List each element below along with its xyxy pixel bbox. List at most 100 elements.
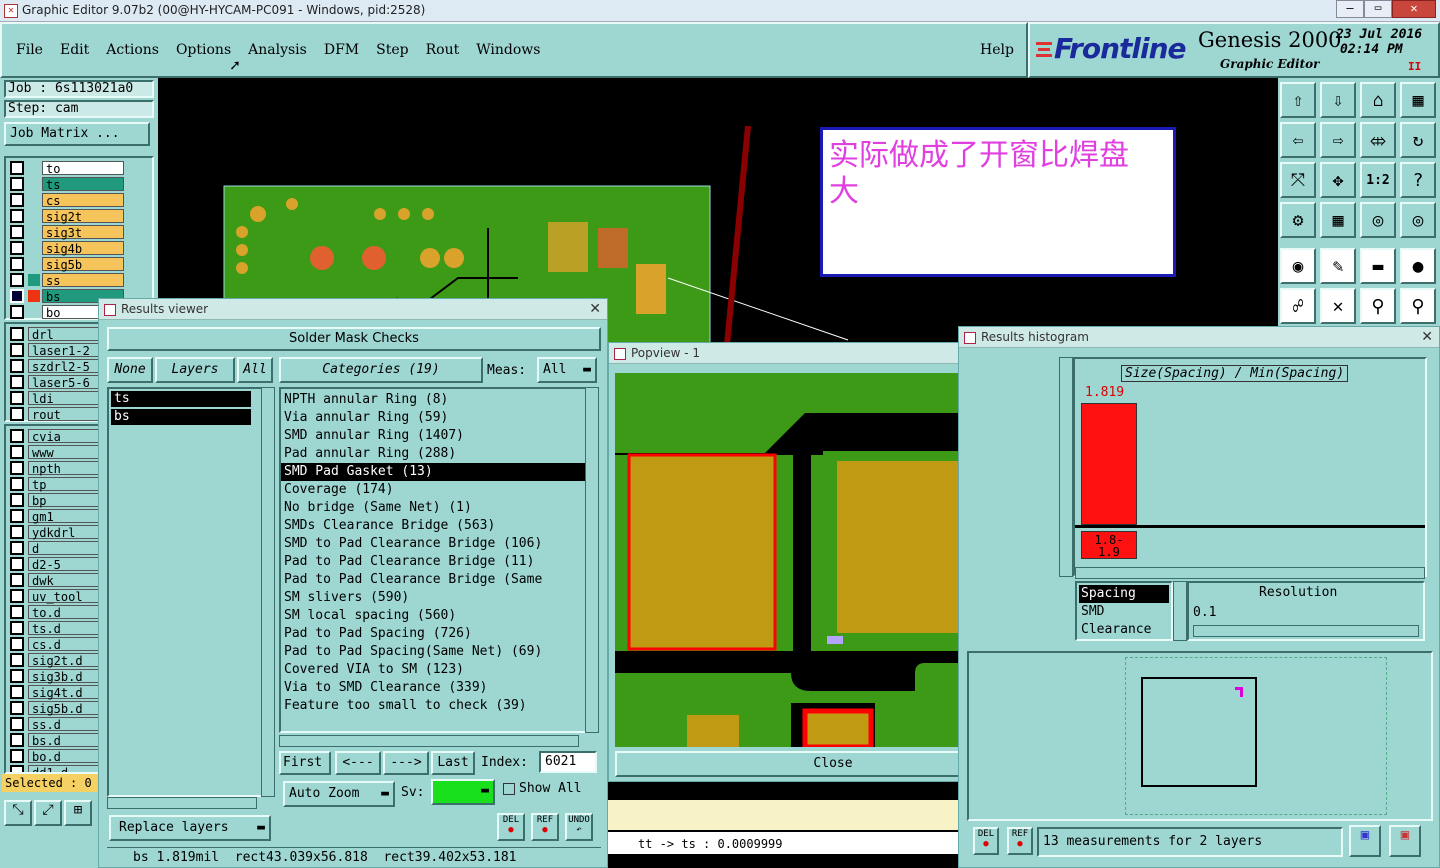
- del-button[interactable]: DEL ●: [497, 813, 525, 841]
- zoom-area-icon[interactable]: ✥: [1320, 162, 1356, 198]
- ref-button[interactable]: REF ●: [531, 813, 559, 841]
- layer-list-scrollbar[interactable]: [261, 387, 275, 797]
- category-item[interactable]: Pad to Pad Clearance Bridge (11): [281, 553, 597, 571]
- layer-checkbox[interactable]: [10, 701, 24, 715]
- category-item[interactable]: Via to SMD Clearance (339): [281, 679, 597, 697]
- home-icon[interactable]: ⌂: [1360, 82, 1396, 118]
- menu-step[interactable]: Step: [376, 42, 408, 58]
- category-item[interactable]: No bridge (Same Net) (1): [281, 499, 597, 517]
- categories-hscrollbar[interactable]: [279, 735, 579, 747]
- resolution-slider[interactable]: [1193, 625, 1419, 637]
- help-icon[interactable]: ?: [1400, 162, 1436, 198]
- results-layer-item[interactable]: ts: [111, 391, 251, 407]
- layer-checkbox[interactable]: [10, 669, 24, 683]
- layer-checkbox[interactable]: [10, 589, 24, 603]
- layer-checkbox[interactable]: [10, 605, 24, 619]
- zoom-fit-icon[interactable]: ⤧: [1280, 162, 1316, 198]
- undo-button[interactable]: UNDO ↶: [565, 813, 593, 841]
- job-matrix-button[interactable]: Job Matrix ...: [4, 122, 150, 146]
- layer-checkbox[interactable]: [10, 177, 24, 191]
- histogram-hscrollbar[interactable]: [1075, 567, 1425, 579]
- pan-right-icon[interactable]: ⇨: [1320, 122, 1356, 158]
- categories-scrollbar[interactable]: [585, 387, 599, 733]
- all-layers-button[interactable]: All: [237, 357, 273, 383]
- close-icon[interactable]: ✕: [589, 299, 601, 320]
- ruler-icon[interactable]: ▬: [1360, 248, 1396, 284]
- results-layer-list[interactable]: ts bs: [107, 387, 273, 797]
- categories-button[interactable]: Categories (19): [279, 357, 483, 383]
- layer-row[interactable]: sig3t: [6, 224, 152, 240]
- category-item[interactable]: Pad to Pad Clearance Bridge (Same: [281, 571, 597, 589]
- category-item[interactable]: Pad annular Ring (288): [281, 445, 597, 463]
- menu-edit[interactable]: Edit: [60, 42, 89, 58]
- layer-checkbox[interactable]: [10, 461, 24, 475]
- popview-canvas[interactable]: [615, 373, 1013, 747]
- layer-row[interactable]: sig4b: [6, 240, 152, 256]
- layer-checkbox[interactable]: [10, 749, 24, 763]
- layer-checkbox[interactable]: [10, 257, 24, 271]
- next-button[interactable]: --->: [383, 751, 429, 775]
- net-icon[interactable]: ☍: [1280, 288, 1316, 324]
- category-item[interactable]: Feature too small to check (39): [281, 697, 597, 715]
- layers-alt-icon[interactable]: ◎: [1400, 202, 1436, 238]
- layer-checkbox[interactable]: [10, 289, 24, 303]
- layer-checkbox[interactable]: [10, 445, 24, 459]
- layer-checkbox[interactable]: [10, 209, 24, 223]
- layer-checkbox[interactable]: [10, 765, 24, 772]
- layer-checkbox[interactable]: [10, 407, 24, 421]
- category-item[interactable]: SM local spacing (560): [281, 607, 597, 625]
- snap-icon[interactable]: ◉: [1280, 248, 1316, 284]
- layer-checkbox[interactable]: [10, 717, 24, 731]
- measure-item[interactable]: Clearance: [1079, 621, 1169, 639]
- zoom-bottom-icon[interactable]: ⇩: [1320, 82, 1356, 118]
- category-item[interactable]: Via annular Ring (59): [281, 409, 597, 427]
- grid-icon[interactable]: ▦: [1320, 202, 1356, 238]
- histogram-print-icon[interactable]: ▣: [1389, 825, 1421, 857]
- menu-windows[interactable]: Windows: [476, 42, 540, 58]
- menu-file[interactable]: File: [16, 42, 43, 58]
- layer-checkbox[interactable]: [10, 305, 24, 319]
- layer-row[interactable]: sig2t: [6, 208, 152, 224]
- close-icon[interactable]: ✕: [1421, 327, 1433, 348]
- sv-color-dropdown[interactable]: ▬: [431, 779, 495, 805]
- layer-checkbox[interactable]: [10, 375, 24, 389]
- layer-checkbox[interactable]: [10, 685, 24, 699]
- close-window-button[interactable]: ✕: [1392, 0, 1436, 18]
- fit-icon[interactable]: ⤄: [1360, 122, 1396, 158]
- layer-checkbox[interactable]: [10, 477, 24, 491]
- layers-icon[interactable]: ◎: [1360, 202, 1396, 238]
- category-item[interactable]: SMD annular Ring (1407): [281, 427, 597, 445]
- category-item[interactable]: Pad to Pad Spacing (726): [281, 625, 597, 643]
- layer-row[interactable]: to: [6, 160, 152, 176]
- layer-checkbox[interactable]: [10, 391, 24, 405]
- menu-options[interactable]: Options: [176, 42, 231, 58]
- measure-item[interactable]: Spacing: [1079, 585, 1169, 603]
- measure-list-scrollbar[interactable]: [1173, 581, 1187, 641]
- layer-checkbox[interactable]: [10, 161, 24, 175]
- layer-checkbox[interactable]: [10, 193, 24, 207]
- histogram-bar[interactable]: [1081, 403, 1137, 525]
- category-item[interactable]: SM slivers (590): [281, 589, 597, 607]
- menu-dfm[interactable]: DFM: [324, 42, 359, 58]
- last-button[interactable]: Last: [431, 751, 475, 775]
- point-icon[interactable]: ●: [1400, 248, 1436, 284]
- histogram-ref-button[interactable]: REF ●: [1007, 827, 1033, 855]
- histogram-measure-list[interactable]: Spacing SMD Clearance: [1075, 581, 1173, 641]
- results-layer-item[interactable]: bs: [111, 409, 251, 425]
- menu-help[interactable]: Help: [980, 42, 1014, 58]
- none-button[interactable]: None: [107, 357, 153, 383]
- layer-row[interactable]: ss: [6, 272, 152, 288]
- layer-checkbox[interactable]: [10, 327, 24, 341]
- category-item[interactable]: Coverage (174): [281, 481, 597, 499]
- layers-button[interactable]: Layers: [155, 357, 235, 383]
- histogram-bin-button[interactable]: 1.8- 1.9: [1081, 531, 1137, 559]
- layer-checkbox[interactable]: [10, 225, 24, 239]
- category-item[interactable]: SMD Pad Gasket (13): [281, 463, 597, 481]
- zoom-top-icon[interactable]: ⇧: [1280, 82, 1316, 118]
- draw-icon[interactable]: ✎: [1320, 248, 1356, 284]
- scale-icon[interactable]: 1:2: [1360, 162, 1396, 198]
- layer-checkbox[interactable]: [10, 359, 24, 373]
- tool-measure-icon[interactable]: ⤢: [34, 800, 62, 826]
- category-item[interactable]: SMDs Clearance Bridge (563): [281, 517, 597, 535]
- meas-dropdown[interactable]: All ▬: [537, 357, 597, 383]
